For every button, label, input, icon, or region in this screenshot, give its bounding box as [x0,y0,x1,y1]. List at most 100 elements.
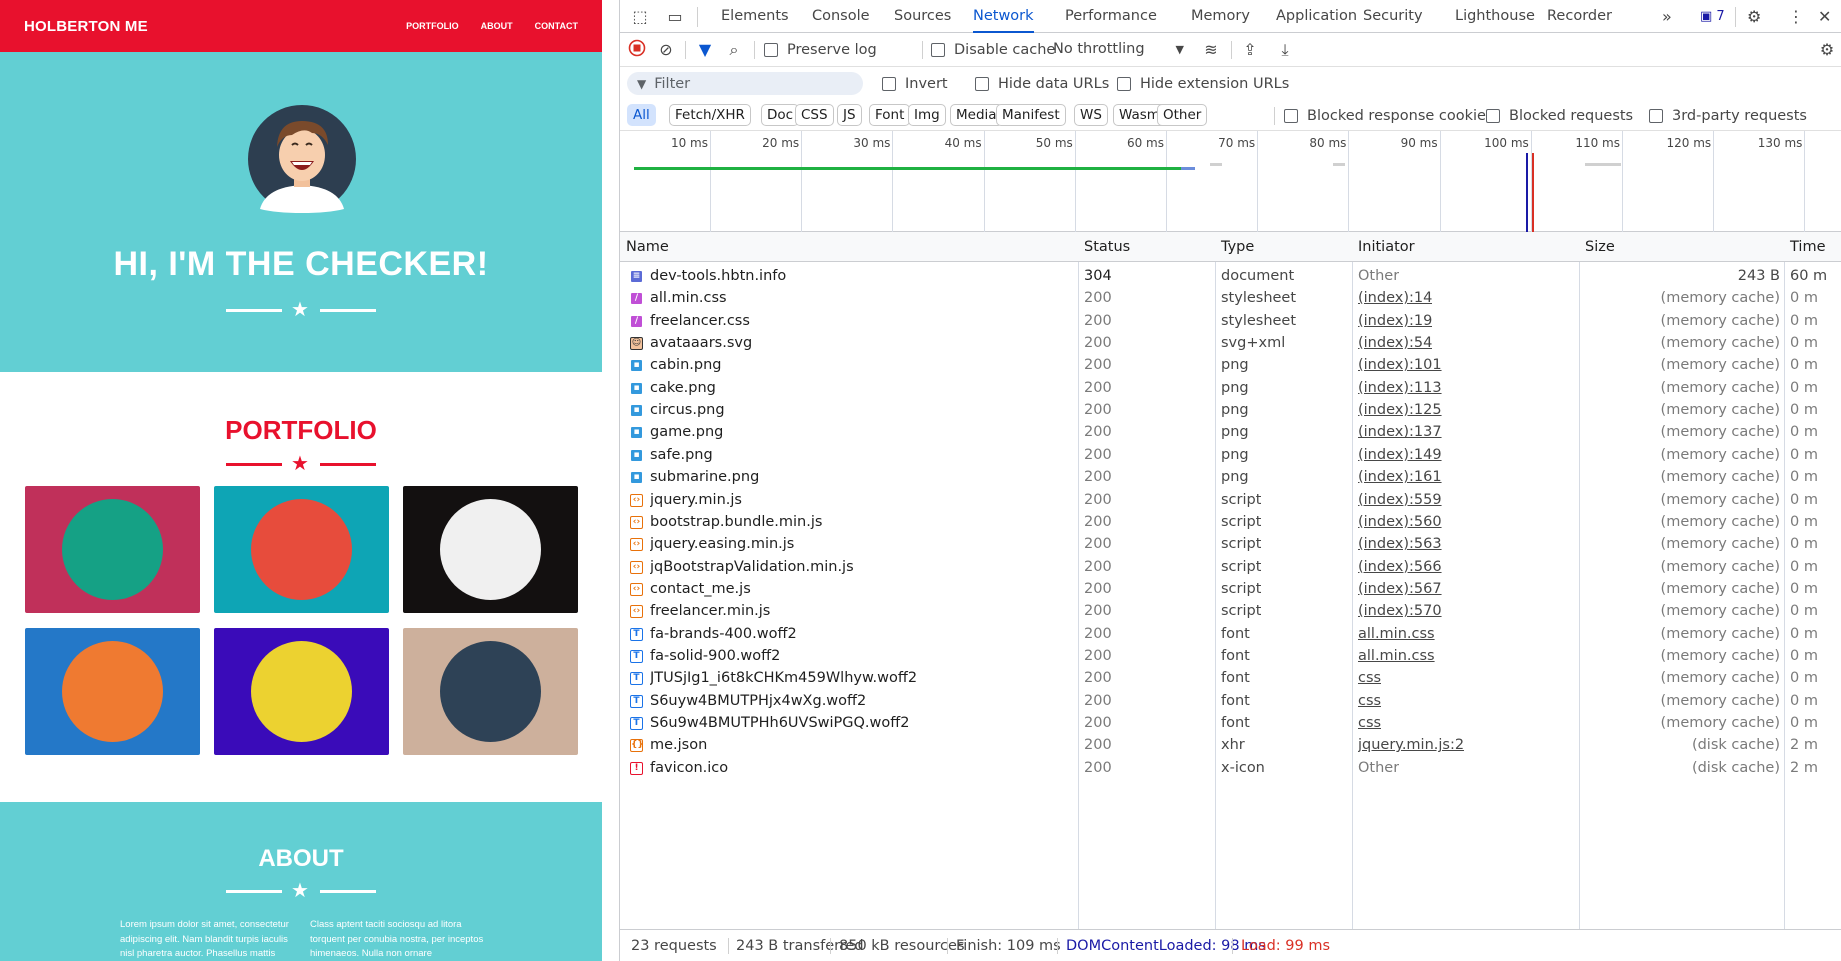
tab-elements[interactable]: Elements [721,0,789,33]
tab-recorder[interactable]: Recorder [1547,0,1612,33]
column-status[interactable]: Status [1078,232,1130,262]
portfolio-tile-submarine[interactable] [403,628,578,755]
preserve-log-label: Preserve log [787,42,877,58]
timeline-tick-label: 10 ms [670,136,708,150]
import-har-icon[interactable]: ⇪ [1239,39,1261,61]
timeline-gridline [1348,131,1350,232]
tab-sources[interactable]: Sources [894,0,951,33]
invert-checkbox[interactable]: Invert [882,76,948,92]
devtools-tabbar: ⬚ ▭ Elements Console Sources Network Perform… [620,0,1841,33]
hide-data-urls-checkbox[interactable]: Hide data URLs [975,76,1109,92]
summary-resources: 850 kB resources [839,938,965,954]
website-preview: HOLBERTON ME PORTFOLIO ABOUT CONTACT HI,… [0,0,602,961]
star-icon: ★ [291,453,309,475]
network-settings-icon[interactable]: ⚙ [1816,39,1838,61]
third-party-checkbox[interactable]: 3rd-party requests [1649,108,1807,124]
close-devtools-icon[interactable]: ✕ [1818,0,1831,33]
issues-badge[interactable]: ▣ 7 [1700,0,1725,33]
funnel-icon: ▼ [637,76,647,91]
export-har-icon[interactable]: ⤓ [1274,39,1296,61]
timeline-tick-label: 70 ms [1218,136,1256,150]
column-initiator[interactable]: Initiator [1352,232,1415,262]
about-text-left: Lorem ipsum dolor sit amet, consectetur … [120,919,289,959]
blocked-cookies-checkbox[interactable]: Blocked response cookies [1284,108,1494,124]
type-filter-fetch-xhr[interactable]: Fetch/XHR [669,104,751,126]
type-filter-css[interactable]: CSS [795,104,834,126]
site-brand[interactable]: HOLBERTON ME [24,18,384,35]
record-stop-icon[interactable] [626,39,648,61]
about-section: ABOUT ★ Lorem ipsum dolor sit amet, cons… [0,802,602,961]
search-icon[interactable]: ⌕ [723,39,745,61]
tab-network[interactable]: Network [973,0,1034,33]
timeline-gridline [1074,131,1076,232]
column-type[interactable]: Type [1215,232,1254,262]
settings-gear-icon[interactable]: ⚙ [1747,0,1761,33]
doc-file-icon: ≡ [630,270,643,283]
font-file-icon: T [630,672,643,686]
portfolio-tile-game[interactable] [25,628,200,755]
type-filter-manifest[interactable]: Manifest [996,104,1066,126]
type-filter-font[interactable]: Font [869,104,911,126]
font-file-icon: T [630,717,643,730]
nav-link-about[interactable]: ABOUT [481,21,513,31]
nav-link-contact[interactable]: CONTACT [535,21,578,31]
css-file-icon: / [630,292,643,306]
game-icon [62,641,163,742]
more-tabs-icon[interactable]: » [1662,0,1672,33]
filter-funnel-icon[interactable]: ▼ [694,39,716,61]
column-size[interactable]: Size [1579,232,1615,262]
filter-input[interactable]: ▼ Filter [627,72,863,95]
tab-memory[interactable]: Memory [1191,0,1250,33]
type-filter-js[interactable]: JS [837,104,862,126]
device-toolbar-icon[interactable]: ▭ [664,6,686,28]
portfolio-tile-circus[interactable] [403,486,578,613]
timeline-tick-label: 30 ms [853,136,891,150]
issues-count: 7 [1716,9,1725,24]
network-toolbar: ⊘ ▼ ⌕ Preserve log Disable cache No thro… [620,33,1841,67]
tab-lighthouse[interactable]: Lighthouse [1455,0,1535,33]
timeline-gridline [1622,131,1623,232]
tab-security[interactable]: Security [1363,0,1423,33]
img-file-icon: ▪ [630,381,643,395]
portfolio-tile-cabin[interactable] [25,486,200,613]
requests-table: Name Status Type Initiator Size Time ≡ de… [620,232,1841,929]
preserve-log-checkbox[interactable]: Preserve log [764,42,877,58]
hero-title: HI, I'M THE CHECKER! [113,245,489,283]
blocked-requests-checkbox[interactable]: Blocked requests [1486,108,1633,124]
portfolio-title: PORTFOLIO [225,415,377,445]
timeline-gridline [1257,131,1259,232]
column-name[interactable]: Name [620,232,669,262]
disable-cache-checkbox[interactable]: Disable cache [931,42,1055,58]
type-filter-other[interactable]: Other [1157,104,1208,126]
type-filter-ws[interactable]: WS [1074,104,1108,126]
more-options-icon[interactable]: ⋮ [1788,0,1804,33]
hide-extension-urls-checkbox[interactable]: Hide extension URLs [1117,76,1289,92]
request-row[interactable]: ! favicon.ico 200 x-icon Other (disk cache) 2 … [620,755,1841,781]
inspect-element-icon[interactable]: ⬚ [629,6,651,28]
summary-domcontentloaded: DOMContentLoaded: 98 ms [1066,938,1266,954]
portfolio-tile-safe[interactable] [214,628,389,755]
timeline-tick-label: 90 ms [1400,136,1438,150]
timeline-tick-label: 100 ms [1484,136,1529,150]
tab-application[interactable]: Application [1276,0,1357,33]
tab-performance[interactable]: Performance [1065,0,1157,33]
timeline-overview[interactable]: 10 ms 20 ms 30 ms 40 ms 50 ms 60 ms 70 ms 80 ms… [620,131,1841,232]
request-name[interactable]: favicon.ico [650,755,728,781]
type-filter-media[interactable]: Media [950,104,1003,126]
timeline-bar-document [634,167,1181,170]
clear-icon[interactable]: ⊘ [655,39,677,61]
safe-icon [251,641,352,742]
type-filter-all[interactable]: All [627,104,656,126]
timeline-gridline [1439,131,1441,232]
throttling-select[interactable]: No throttling ▼ [1053,41,1184,57]
invert-label: Invert [905,76,948,92]
column-time[interactable]: Time [1784,232,1826,262]
tab-console[interactable]: Console [812,0,870,33]
nav-link-portfolio[interactable]: PORTFOLIO [406,21,459,31]
cake-icon [251,499,352,600]
type-filter-img[interactable]: Img [908,104,946,126]
xhr-file-icon: {} [630,739,643,753]
network-conditions-icon[interactable]: ≋ [1200,39,1222,61]
type-filter-doc[interactable]: Doc [761,104,800,126]
portfolio-tile-cake[interactable] [214,486,389,613]
